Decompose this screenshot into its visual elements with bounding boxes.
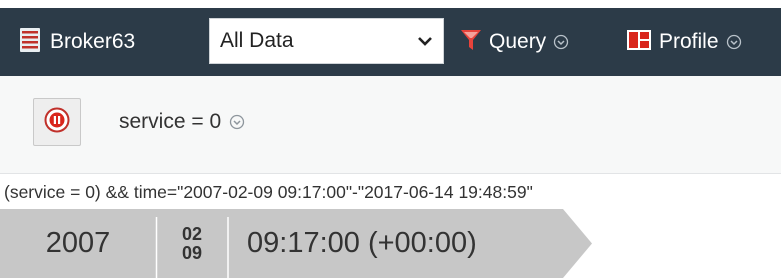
filter-row: service = 0 — [0, 76, 781, 174]
timeline-day: 09 — [181, 242, 203, 263]
query-string-text: (service = 0) && time="2007-02-09 09:17:… — [4, 181, 533, 202]
pause-icon — [44, 107, 70, 138]
query-label: Query — [489, 30, 547, 53]
profile-menu-button[interactable]: Profile — [626, 8, 742, 76]
service-filter-label: service = 0 — [119, 110, 222, 133]
data-select[interactable]: All Data — [209, 18, 444, 64]
server-icon — [18, 27, 42, 58]
timeline-time-text: 09:17:00 (+00:00) — [247, 227, 477, 259]
query-menu-button[interactable]: Query — [460, 8, 569, 76]
timeline-year[interactable]: 2007 — [0, 209, 156, 278]
profile-label: Profile — [659, 30, 719, 53]
timeline-month: 02 — [181, 223, 203, 244]
service-filter[interactable]: service = 0 — [119, 110, 245, 134]
circle-chevron-down-icon — [726, 34, 742, 50]
circle-chevron-down-icon — [553, 34, 569, 50]
timeline-year-text: 2007 — [45, 227, 111, 259]
profile-icon — [626, 29, 652, 56]
broker-button[interactable]: Broker63 — [18, 8, 135, 76]
data-select-value: All Data — [220, 29, 294, 52]
top-strip — [0, 0, 781, 8]
pause-button[interactable] — [33, 98, 81, 146]
filter-icon — [460, 28, 482, 57]
timeline-month-day[interactable]: 02 09 — [157, 209, 227, 278]
broker-label: Broker63 — [50, 30, 136, 53]
query-string-bar: (service = 0) && time="2007-02-09 09:17:… — [0, 175, 781, 209]
top-toolbar: Broker63 All Data Query Profile — [0, 0, 781, 76]
chevron-down-icon — [417, 33, 433, 54]
timeline-bar: 2007 02 09 09:17:00 (+00:00) — [0, 209, 781, 278]
circle-chevron-down-icon[interactable] — [229, 114, 245, 130]
timeline-time[interactable]: 09:17:00 (+00:00) — [247, 209, 477, 278]
